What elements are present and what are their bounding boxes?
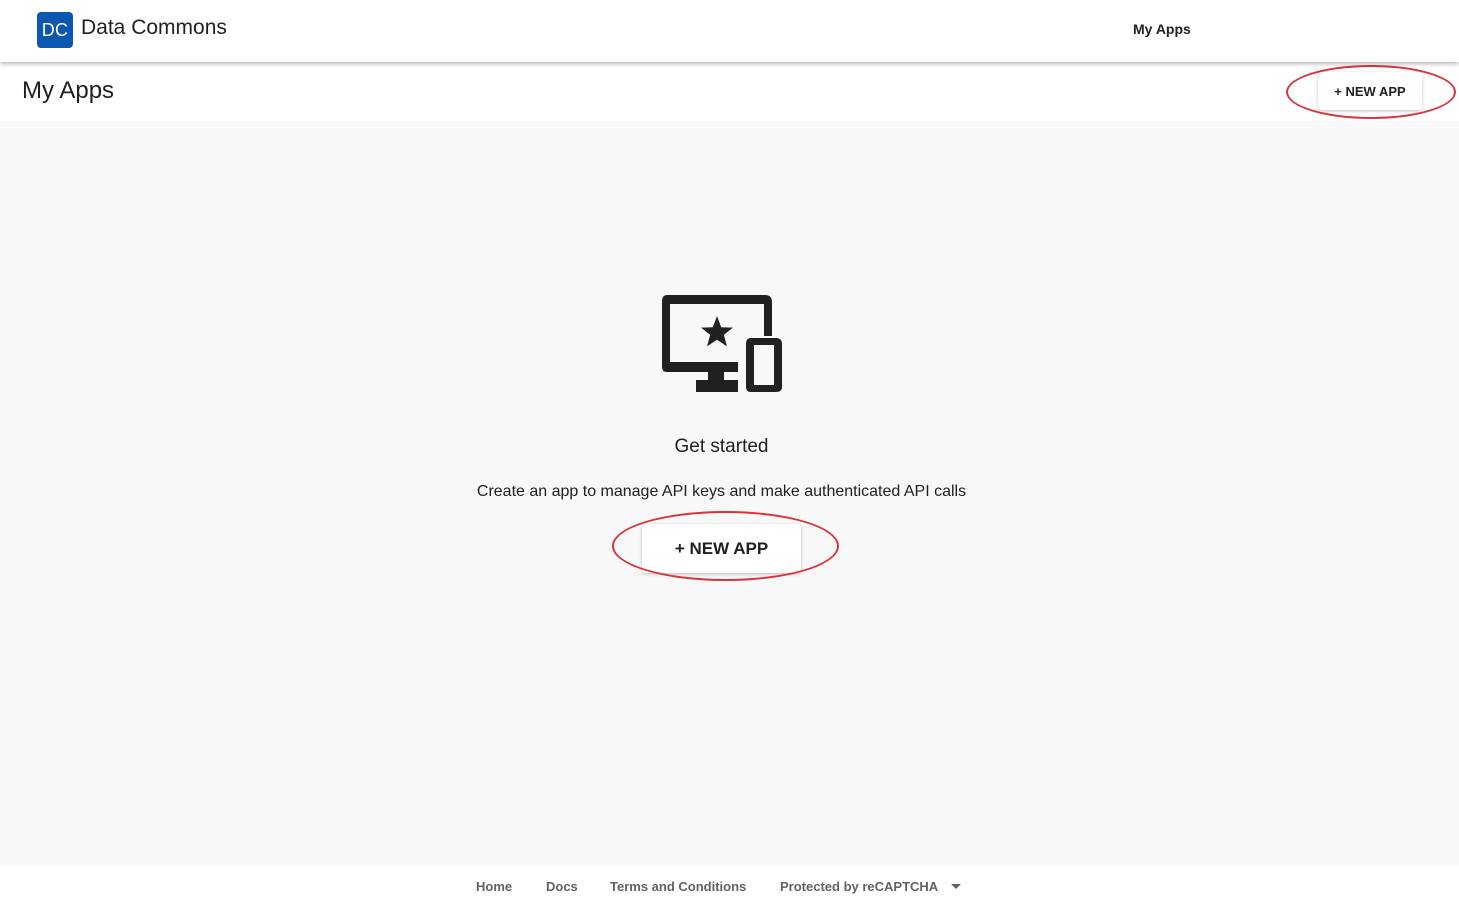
nav-my-apps-link[interactable]: My Apps bbox=[1133, 21, 1191, 37]
caret-down-icon[interactable] bbox=[951, 884, 961, 889]
new-app-button-main[interactable]: + NEW APP bbox=[642, 524, 801, 573]
footer-link-terms[interactable]: Terms and Conditions bbox=[610, 879, 746, 894]
footer-link-recaptcha[interactable]: Protected by reCAPTCHA bbox=[780, 879, 938, 894]
footer: Home Docs Terms and Conditions Protected… bbox=[0, 865, 1459, 906]
top-app-bar: DC Data Commons My Apps bbox=[0, 0, 1459, 62]
new-app-button-header[interactable]: + NEW APP bbox=[1318, 72, 1422, 110]
get-started-heading: Get started bbox=[674, 436, 769, 457]
data-commons-logo[interactable]: DC bbox=[37, 12, 73, 48]
footer-link-home[interactable]: Home bbox=[476, 879, 512, 894]
desktop-mobile-star-icon bbox=[662, 295, 782, 392]
footer-link-docs[interactable]: Docs bbox=[546, 879, 578, 894]
page-header: My Apps + NEW APP bbox=[0, 62, 1459, 121]
empty-state-description: Create an app to manage API keys and mak… bbox=[476, 483, 967, 500]
empty-state-area: Get started Create an app to manage API … bbox=[0, 121, 1459, 865]
brand-name[interactable]: Data Commons bbox=[81, 16, 227, 40]
page-title: My Apps bbox=[22, 77, 115, 104]
